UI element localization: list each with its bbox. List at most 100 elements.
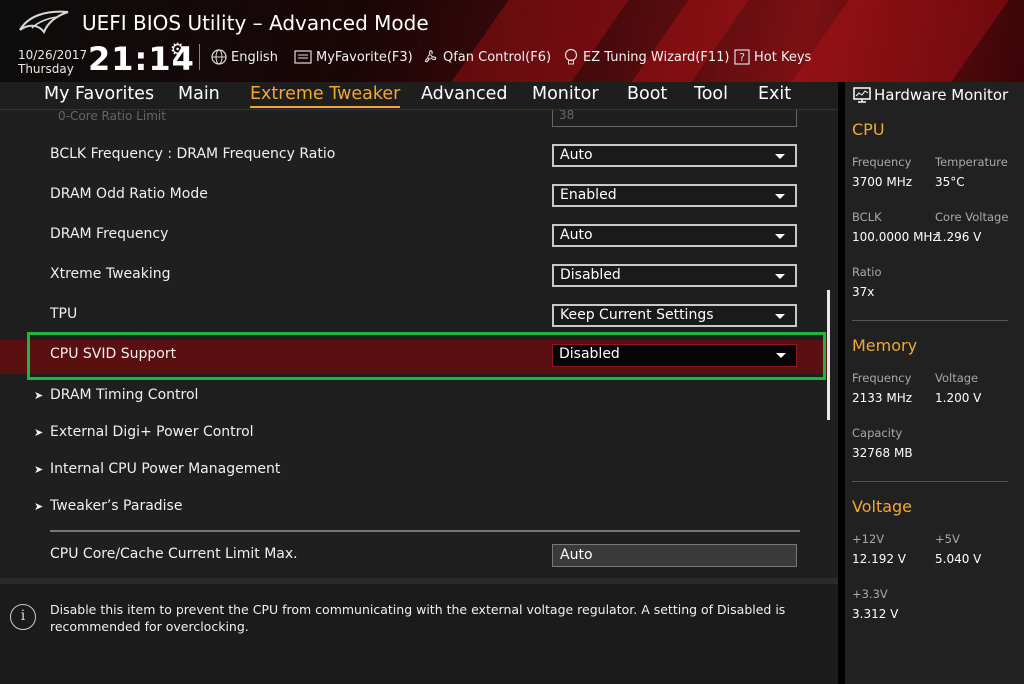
hardware-monitor-panel: Hardware Monitor CPU Frequency Temperatu… [845,82,1024,684]
language-label: English [231,49,278,65]
language-button[interactable]: English [211,47,278,67]
setting-label-bclk-dram-ratio[interactable]: BCLK Frequency : DRAM Frequency Ratio [50,146,335,162]
cpu-frequency-value: 3700 MHz [852,175,913,189]
caret-down-icon [775,274,785,279]
current-limit-input[interactable]: Auto [552,544,797,567]
xtreme-tweaking-select[interactable]: Disabled [552,264,797,287]
v5-label: +5V [935,532,960,546]
chevron-right-icon: ➤ [34,389,44,402]
tab-advanced[interactable]: Advanced [421,84,507,104]
voltage-section-title: Voltage [852,497,913,516]
tpu-select[interactable]: Keep Current Settings [552,304,797,327]
hardware-monitor-label: Hardware Monitor [874,86,1009,104]
submenu-tweakers-paradise[interactable]: ➤ Tweaker’s Paradise [34,498,182,514]
submenu-label: Tweaker’s Paradise [50,498,183,514]
dropdown-value: Enabled [560,187,617,203]
core-voltage-label: Core Voltage [935,210,1009,224]
help-text: Disable this item to prevent the CPU fro… [50,602,786,634]
settings-panel: 0-Core Ratio Limit 38 BCLK Frequency : D… [0,110,838,578]
setting-label-tpu[interactable]: TPU [50,306,77,322]
memory-frequency-value: 2133 MHz [852,391,913,405]
v12-value: 12.192 V [852,552,907,566]
v33-value: 3.312 V [852,607,899,621]
date-display: 10/26/2017 Thursday [18,48,87,76]
dram-odd-ratio-select[interactable]: Enabled [552,184,797,207]
qfan-button[interactable]: Qfan Control(F6) [421,47,551,67]
memory-voltage-label: Voltage [935,371,979,385]
cpu-frequency-label: Frequency [852,155,912,169]
dropdown-value: Auto [560,147,593,163]
header-decoration [451,0,629,82]
bclk-dram-ratio-select[interactable]: Auto [552,144,797,167]
app-title: UEFI BIOS Utility – Advanced Mode [82,11,429,35]
section-divider [50,530,800,532]
memory-frequency-label: Frequency [852,371,912,385]
hotkeys-label: Hot Keys [754,49,812,65]
divider [199,44,200,70]
cpu-section-title: CPU [852,120,885,139]
section-divider [852,481,1008,482]
caret-down-icon [775,154,785,159]
tab-tool[interactable]: Tool [694,84,728,104]
title-bar: UEFI BIOS Utility – Advanced Mode 10/26/… [0,0,1024,82]
submenu-external-digi-power[interactable]: ➤ External Digi+ Power Control [34,424,254,440]
svg-text:?: ? [739,51,745,64]
v12-label: +12V [852,532,885,546]
chevron-right-icon: ➤ [34,500,44,513]
v5-value: 5.040 V [935,552,982,566]
info-icon: i [10,604,36,630]
setting-value-field[interactable]: 38 [552,110,797,127]
fan-icon [424,50,437,63]
memory-capacity-value: 32768 MB [852,446,913,460]
memory-section-title: Memory [852,336,918,355]
setting-label-xtreme-tweaking[interactable]: Xtreme Tweaking [50,266,170,282]
setting-label: 0-Core Ratio Limit [58,110,166,123]
core-voltage-value: 1.296 V [935,230,982,244]
memory-voltage-value: 1.200 V [935,391,982,405]
globe-icon [211,49,227,65]
focus-highlight-frame [27,332,826,380]
gear-icon[interactable]: ⚙ [170,40,185,60]
setting-label-dram-odd-ratio[interactable]: DRAM Odd Ratio Mode [50,186,208,202]
main-menu: My Favorites Main Extreme Tweaker Advanc… [0,82,838,110]
v33-label: +3.3V [852,587,888,601]
myfavorite-button[interactable]: MyFavorite(F3) [294,47,413,67]
submenu-label: Internal CPU Power Management [50,461,281,477]
tab-exit[interactable]: Exit [758,84,791,104]
section-divider [852,320,1008,321]
submenu-internal-cpu-power[interactable]: ➤ Internal CPU Power Management [34,461,280,477]
tab-boot[interactable]: Boot [627,84,667,104]
header-decoration [791,0,1009,82]
cpu-temperature-value: 35°C [935,175,965,189]
dram-frequency-select[interactable]: Auto [552,224,797,247]
submenu-dram-timing-control[interactable]: ➤ DRAM Timing Control [34,387,198,403]
memory-capacity-label: Capacity [852,426,903,440]
dropdown-value: Auto [560,227,593,243]
ratio-value: 37x [852,285,875,299]
scrollbar[interactable] [827,290,830,420]
chevron-right-icon: ➤ [34,463,44,476]
date-text: 10/26/2017 [18,48,88,62]
bclk-label: BCLK [852,210,882,224]
favorites-icon [294,50,312,64]
hardware-monitor-title: Hardware Monitor [853,86,1008,104]
setting-label-dram-frequency[interactable]: DRAM Frequency [50,226,168,242]
submenu-label: DRAM Timing Control [50,387,199,403]
dropdown-value: Disabled [560,267,621,283]
panel-divider [838,82,845,684]
dropdown-value: Keep Current Settings [560,307,714,323]
day-text: Thursday [18,62,74,76]
tab-my-favorites[interactable]: My Favorites [44,84,154,104]
tab-main[interactable]: Main [178,84,220,104]
ez-tuning-button[interactable]: EZ Tuning Wizard(F11) [563,47,729,67]
monitor-icon [853,87,871,103]
tab-extreme-tweaker[interactable]: Extreme Tweaker [250,84,401,108]
setting-label-current-limit[interactable]: CPU Core/Cache Current Limit Max. [50,546,298,562]
header-decoration [631,0,749,82]
caret-down-icon [775,194,785,199]
qfan-label: Qfan Control(F6) [443,49,552,65]
help-icon: ? [734,49,750,65]
tab-monitor[interactable]: Monitor [532,84,599,104]
caret-down-icon [775,234,785,239]
hotkeys-button[interactable]: ? Hot Keys [734,47,811,67]
